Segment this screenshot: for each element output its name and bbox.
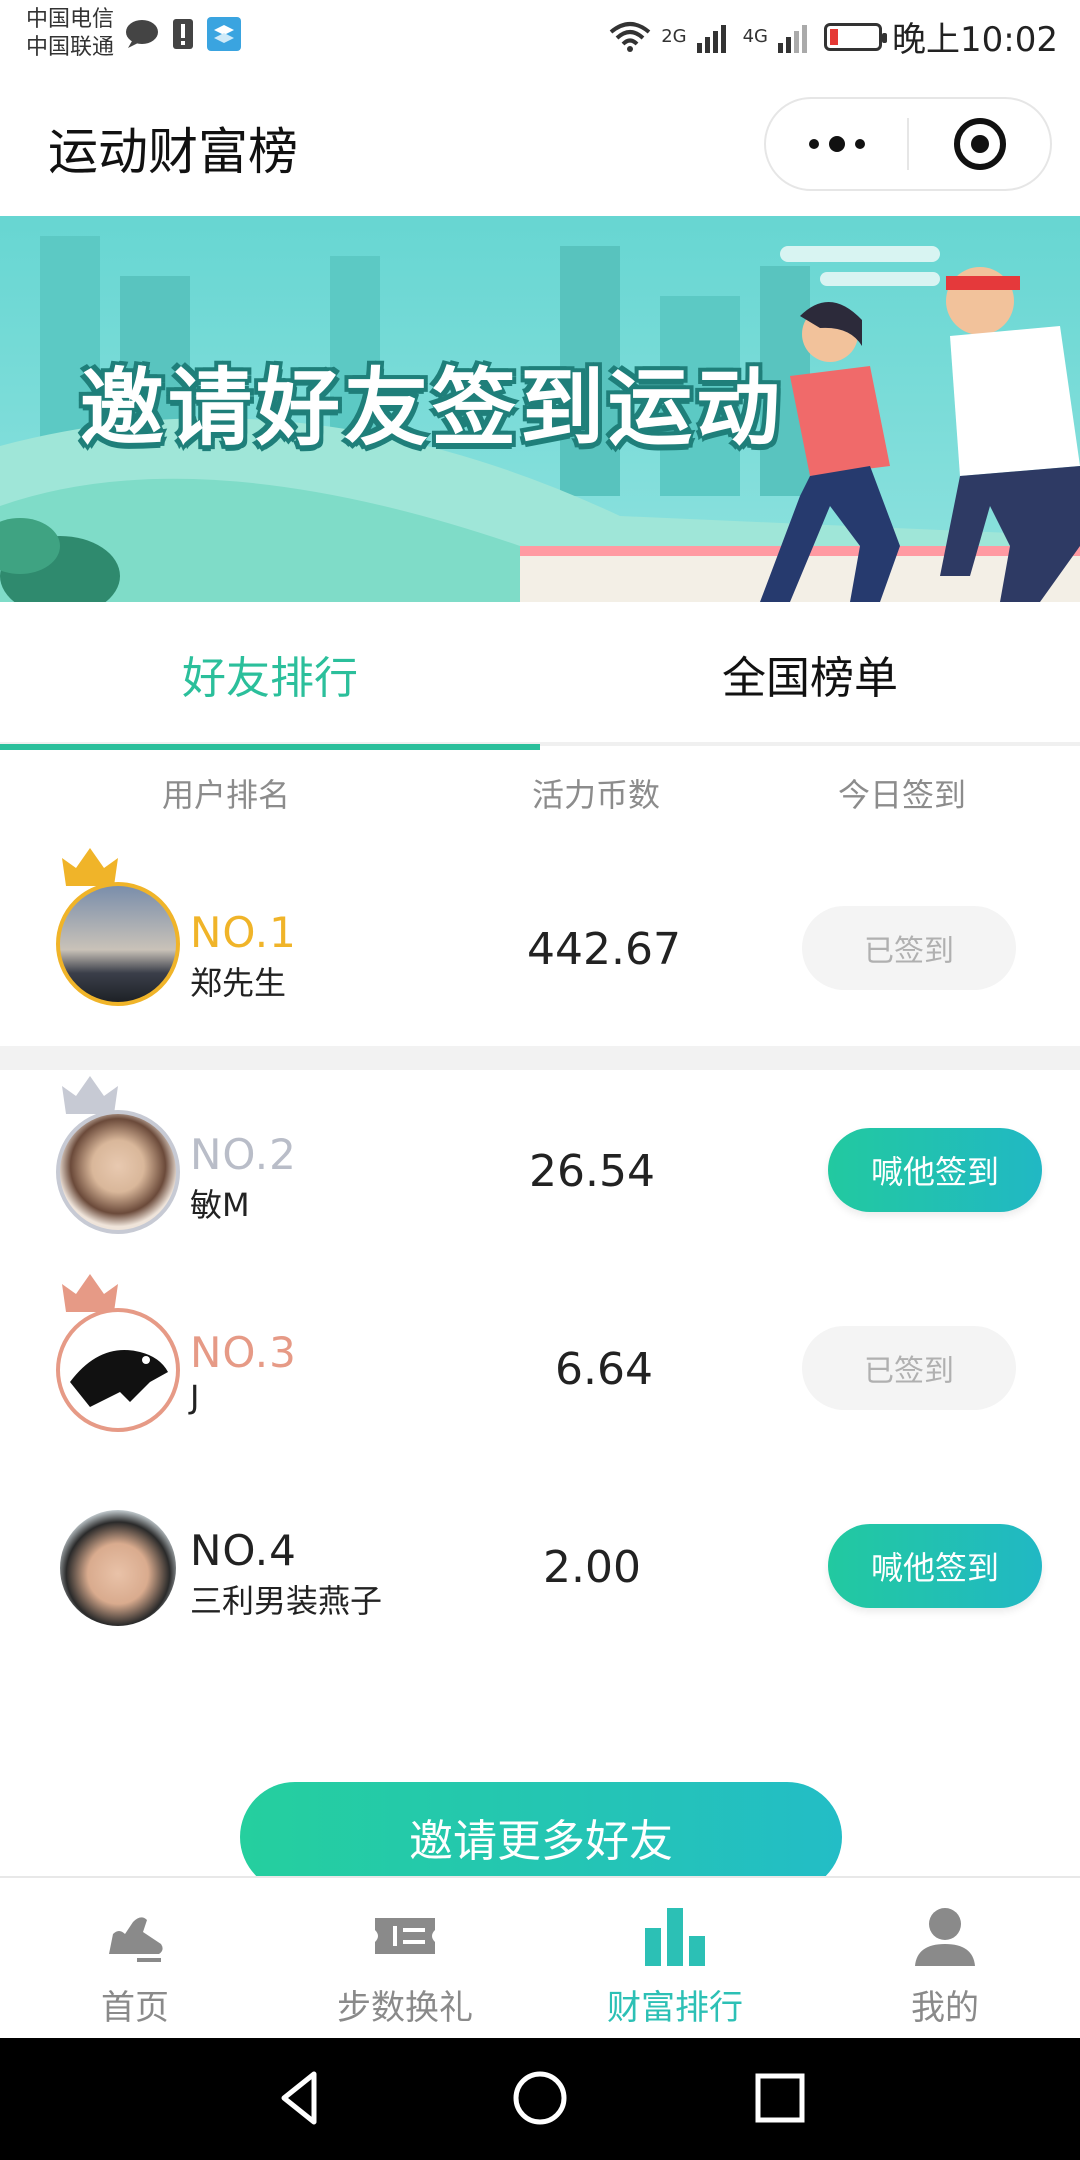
ranking-row-3: NO.3 J 6.64 已签到 — [0, 1268, 1080, 1468]
user-name: 敏M — [190, 1186, 250, 1224]
signal-icon — [696, 24, 726, 53]
avatar-container — [56, 1506, 180, 1630]
notification-icons — [124, 16, 242, 52]
nav-steps-gift[interactable]: 步数换礼 — [270, 1878, 540, 2040]
header-user-rank: 用户排名 — [162, 776, 291, 814]
carrier-2: 中国联通 — [26, 35, 115, 60]
shoe-icon — [109, 1917, 163, 1962]
user-name: J — [190, 1378, 200, 1416]
nav-home-label: 首页 — [101, 1988, 169, 2028]
system-navigation-bar — [0, 2038, 1080, 2160]
remind-signin-button[interactable]: 喊他签到 — [828, 1128, 1042, 1212]
signed-in-button: 已签到 — [802, 1326, 1016, 1410]
target-icon — [953, 118, 1006, 170]
app-notification-icon — [207, 17, 241, 51]
person-icon — [915, 1908, 975, 1966]
more-dots-icon — [808, 136, 865, 152]
rank-label: NO.4 — [190, 1526, 297, 1575]
avatar[interactable] — [56, 1110, 180, 1234]
section-divider — [0, 1046, 1080, 1070]
status-bar: 中国电信 中国联通 2G 4G 晚上10:02 — [0, 0, 1080, 72]
nav-steps-gift-label: 步数换礼 — [337, 1988, 473, 2028]
header-today-signin: 今日签到 — [838, 776, 967, 814]
panther-avatar-image — [70, 1350, 168, 1407]
nav-wealth-ranking[interactable]: 财富排行 — [540, 1878, 810, 2040]
bar-chart-icon — [645, 1908, 705, 1966]
rank-label: NO.1 — [190, 908, 297, 957]
rank-label: NO.3 — [190, 1328, 297, 1377]
remind-signin-button[interactable]: 喊他签到 — [828, 1524, 1042, 1608]
nav-mine-label: 我的 — [911, 1988, 979, 2028]
ticket-icon — [375, 1918, 435, 1954]
tab-friends-label: 好友排行 — [182, 653, 358, 704]
avatar[interactable] — [56, 882, 180, 1006]
bottom-navigation: 首页 步数换礼 财富排行 我的 — [0, 1876, 1080, 2038]
banner-headline: 邀请好友签到运动 — [80, 359, 785, 457]
nav-wealth-ranking-label: 财富排行 — [607, 1988, 743, 2028]
miniprogram-capsule — [764, 97, 1052, 191]
network-4g-label: 4G — [742, 26, 769, 47]
network-2g-label: 2G — [661, 26, 687, 47]
avatar[interactable] — [56, 1308, 180, 1432]
ranking-tabs: 好友排行 全国榜单 — [0, 602, 1080, 750]
status-right: 2G 4G 晚上10:02 — [609, 12, 1058, 61]
battery-icon — [824, 22, 888, 51]
signal-weak-icon — [778, 24, 808, 53]
avatar[interactable] — [56, 1506, 180, 1630]
ranking-row-2: NO.2 敏M 26.54 喊他签到 — [0, 1070, 1080, 1270]
invite-banner[interactable]: 邀请好友签到运动 — [0, 216, 1080, 602]
alert-icon — [173, 19, 193, 49]
ranking-row-1: NO.1 郑先生 442.67 已签到 — [0, 848, 1080, 1048]
nav-mine[interactable]: 我的 — [810, 1878, 1080, 2040]
carrier-info: 中国电信 中国联通 — [26, 6, 114, 62]
home-circle-icon[interactable] — [510, 2068, 570, 2128]
wifi-icon — [609, 21, 651, 52]
recent-apps-icon[interactable] — [750, 2068, 810, 2128]
page-title: 运动财富榜 — [48, 123, 298, 181]
more-button[interactable] — [766, 99, 907, 189]
tab-national-ranking[interactable]: 全国榜单 — [540, 602, 1080, 746]
header-coins: 活力币数 — [532, 776, 661, 814]
carrier-1: 中国电信 — [26, 7, 115, 32]
coin-count: 442.67 — [527, 924, 681, 975]
chat-bubble-icon — [126, 20, 158, 48]
user-name: 郑先生 — [190, 964, 287, 1002]
user-name: 三利男装燕子 — [190, 1582, 383, 1620]
coin-count: 26.54 — [529, 1146, 655, 1197]
back-icon[interactable] — [270, 2068, 330, 2128]
ranking-row-4: NO.4 三利男装燕子 2.00 喊他签到 — [0, 1466, 1080, 1666]
coin-count: 2.00 — [543, 1542, 641, 1593]
close-miniprogram-button[interactable] — [909, 99, 1050, 189]
tab-national-label: 全国榜单 — [722, 653, 898, 704]
nav-home[interactable]: 首页 — [0, 1878, 270, 2040]
avatar-container — [56, 848, 180, 1006]
coin-count: 6.64 — [555, 1344, 653, 1395]
clock: 晚上10:02 — [892, 20, 1058, 60]
signed-in-button: 已签到 — [802, 906, 1016, 990]
avatar-container — [56, 1274, 180, 1432]
title-bar: 运动财富榜 — [0, 72, 1080, 216]
avatar-container — [56, 1076, 180, 1234]
tab-friends-ranking[interactable]: 好友排行 — [0, 602, 540, 750]
rank-label: NO.2 — [190, 1130, 297, 1179]
active-tab-indicator — [0, 744, 540, 750]
